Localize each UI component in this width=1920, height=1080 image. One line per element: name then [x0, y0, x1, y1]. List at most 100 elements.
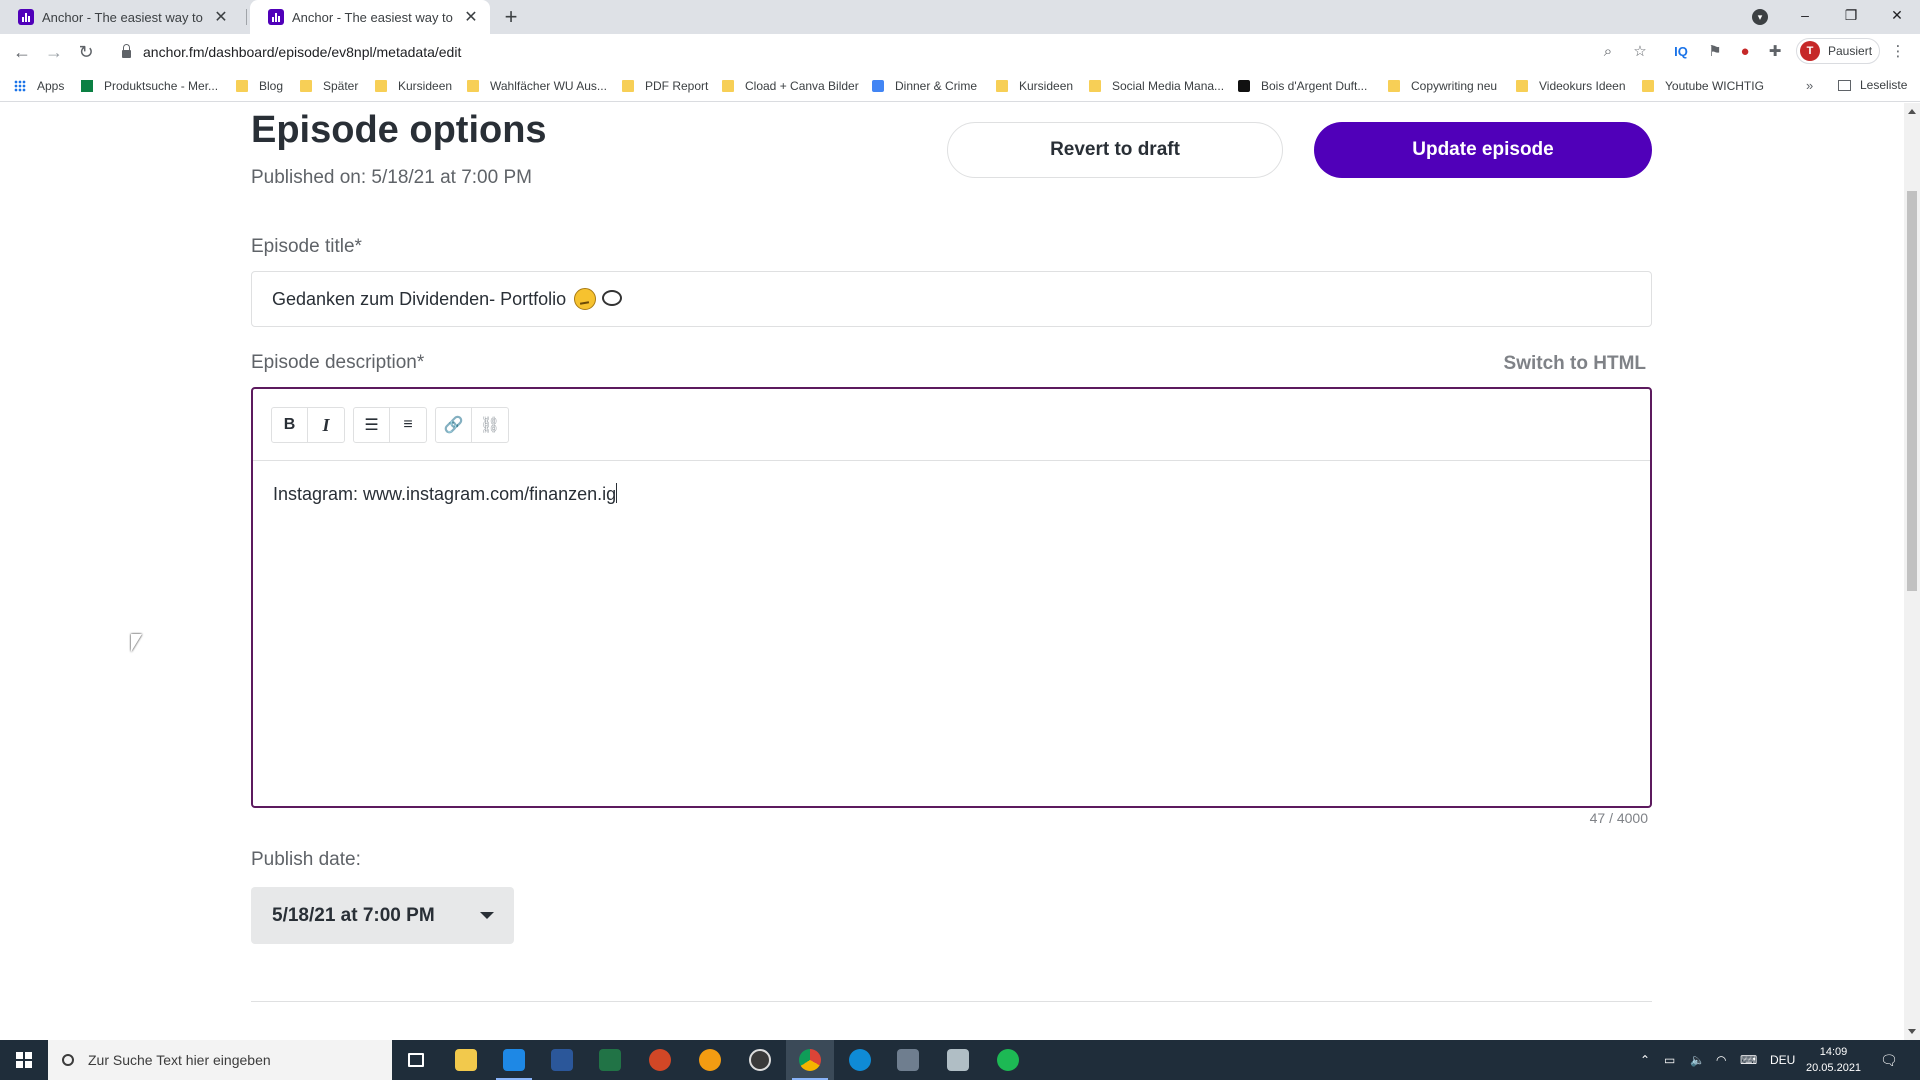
bookmark-item[interactable]: Bois d'Argent Duft...: [1238, 78, 1367, 94]
episode-title-label: Episode title*: [251, 236, 362, 257]
publish-date-select[interactable]: 5/18/21 at 7:00 PM: [251, 887, 514, 944]
window-controls: – ❐ ✕: [1782, 0, 1920, 30]
more-bookmarks-icon[interactable]: »: [1806, 78, 1813, 93]
bookmark-item[interactable]: Produktsuche - Mer...: [81, 78, 218, 94]
scroll-up-icon[interactable]: [1908, 109, 1916, 114]
bookmark-folder[interactable]: Später: [300, 78, 358, 94]
unlink-icon[interactable]: ⛓: [472, 408, 508, 442]
start-button[interactable]: [0, 1040, 48, 1080]
language-indicator[interactable]: DEU: [1770, 1040, 1795, 1080]
adblock-extension-icon[interactable]: ●: [1734, 38, 1756, 66]
app-icon[interactable]: [686, 1040, 734, 1080]
keyboard-icon[interactable]: ⌨: [1740, 1040, 1757, 1080]
character-counter: 47 / 4000: [1589, 810, 1648, 826]
folder-icon: [1388, 80, 1400, 92]
episode-title-input[interactable]: Gedanken zum Dividenden- Portfolio: [251, 271, 1652, 327]
apps-icon: [14, 80, 26, 92]
bookmark-apps[interactable]: Apps: [14, 78, 64, 94]
chrome-icon[interactable]: [786, 1040, 834, 1080]
address-bar[interactable]: anchor.fm/dashboard/episode/ev8npl/metad…: [112, 38, 1652, 66]
spotify-icon[interactable]: [984, 1040, 1032, 1080]
episode-description-label: Episode description*: [251, 352, 425, 373]
bookmark-folder[interactable]: PDF Report: [622, 78, 708, 94]
windows-logo-icon: [16, 1052, 32, 1068]
clock[interactable]: 14:09 20.05.2021: [1806, 1044, 1861, 1076]
scrollbar-thumb[interactable]: [1907, 191, 1917, 591]
bookmark-folder[interactable]: Copywriting neu: [1388, 78, 1497, 94]
bookmark-folder[interactable]: Videokurs Ideen: [1516, 78, 1626, 94]
folder-icon: [300, 80, 312, 92]
obs-icon[interactable]: [736, 1040, 784, 1080]
word-icon[interactable]: [538, 1040, 586, 1080]
bookmark-item[interactable]: Dinner & Crime: [872, 78, 977, 94]
profile-button[interactable]: T Pausiert: [1796, 38, 1880, 64]
site-icon: [872, 80, 884, 92]
url-text: anchor.fm/dashboard/episode/ev8npl/metad…: [143, 44, 462, 60]
reload-icon[interactable]: ↻: [72, 38, 100, 66]
zoom-icon[interactable]: ⌕: [1598, 38, 1618, 66]
anchor-favicon-icon: [268, 9, 284, 25]
revert-to-draft-button[interactable]: Revert to draft: [947, 122, 1283, 178]
episode-options-page: Episode options Published on: 5/18/21 at…: [0, 103, 1904, 1040]
browser-tab-1[interactable]: Anchor - The easiest way to mak ✕: [0, 0, 240, 34]
scroll-down-icon[interactable]: [1908, 1029, 1916, 1034]
close-window-icon[interactable]: ✕: [1874, 0, 1920, 30]
notifications-icon[interactable]: 🗨: [1880, 1040, 1898, 1080]
excel-icon[interactable]: [586, 1040, 634, 1080]
bookmark-folder[interactable]: Kursideen: [996, 78, 1073, 94]
puzzle-extensions-icon[interactable]: ✚: [1764, 38, 1786, 66]
bookmark-folder[interactable]: Social Media Mana...: [1089, 78, 1224, 94]
description-text-area[interactable]: Instagram: www.instagram.com/finanzen.ig: [253, 461, 1650, 527]
bookmark-folder[interactable]: Kursideen: [375, 78, 452, 94]
folder-icon: [622, 80, 634, 92]
speech-bubble-icon: [602, 290, 623, 306]
italic-icon[interactable]: I: [308, 408, 344, 442]
bookmark-folder[interactable]: Wahlfächer WU Aus...: [467, 78, 607, 94]
thinking-face-icon: [574, 288, 597, 310]
site-icon: [1238, 80, 1250, 92]
tab-separator: [246, 9, 247, 25]
link-icon[interactable]: 🔗: [436, 408, 472, 442]
folder-icon: [1516, 80, 1528, 92]
bookmark-folder[interactable]: Cload + Canva Bilder: [722, 78, 859, 94]
file-explorer-icon[interactable]: [442, 1040, 490, 1080]
bookmark-folder[interactable]: Blog: [236, 78, 283, 94]
numbered-list-icon[interactable]: ≡: [390, 408, 426, 442]
volume-icon[interactable]: 🔈: [1690, 1040, 1705, 1080]
task-view-icon[interactable]: [392, 1040, 440, 1080]
tray-icon[interactable]: ▭: [1664, 1040, 1675, 1080]
forward-icon[interactable]: →: [40, 38, 68, 66]
switch-to-html-link[interactable]: Switch to HTML: [1504, 353, 1646, 375]
extension-icon[interactable]: ⚑: [1704, 38, 1726, 66]
update-episode-button[interactable]: Update episode: [1314, 122, 1652, 178]
reading-list[interactable]: Leseliste: [1838, 78, 1907, 92]
lock-icon: [122, 44, 131, 58]
network-icon[interactable]: ◠: [1716, 1040, 1726, 1080]
edge-icon[interactable]: [836, 1040, 884, 1080]
menu-kebab-icon[interactable]: ⋮: [1888, 38, 1908, 66]
bookmark-folder[interactable]: Youtube WICHTIG: [1642, 78, 1764, 94]
bookmarks-bar: Apps Produktsuche - Mer... Blog Später K…: [0, 70, 1920, 102]
close-tab-icon[interactable]: ✕: [212, 7, 230, 27]
iq-extension-icon[interactable]: IQ: [1670, 38, 1692, 66]
bulleted-list-icon[interactable]: ☰: [354, 408, 390, 442]
minimize-icon[interactable]: –: [1782, 0, 1828, 30]
section-divider: [251, 1001, 1652, 1002]
mail-icon[interactable]: [490, 1040, 538, 1080]
bookmark-star-icon[interactable]: ☆: [1630, 38, 1650, 66]
restore-icon[interactable]: ❐: [1828, 0, 1874, 30]
close-tab-icon[interactable]: ✕: [462, 7, 480, 27]
app-icon[interactable]: [934, 1040, 982, 1080]
browser-tab-2[interactable]: Anchor - The easiest way to mak ✕: [250, 0, 490, 34]
tab-search-icon[interactable]: ▾: [1752, 9, 1768, 25]
app-icon[interactable]: [884, 1040, 932, 1080]
tray-overflow-icon[interactable]: ⌃: [1640, 1040, 1650, 1080]
taskbar-search[interactable]: Zur Suche Text hier eingeben: [48, 1040, 392, 1080]
bold-icon[interactable]: B: [272, 408, 308, 442]
anchor-favicon-icon: [18, 9, 34, 25]
new-tab-button[interactable]: +: [498, 4, 524, 30]
page-scrollbar[interactable]: [1904, 103, 1920, 1040]
powerpoint-icon[interactable]: [636, 1040, 684, 1080]
format-group: B I: [271, 407, 345, 443]
back-icon[interactable]: ←: [8, 38, 36, 66]
